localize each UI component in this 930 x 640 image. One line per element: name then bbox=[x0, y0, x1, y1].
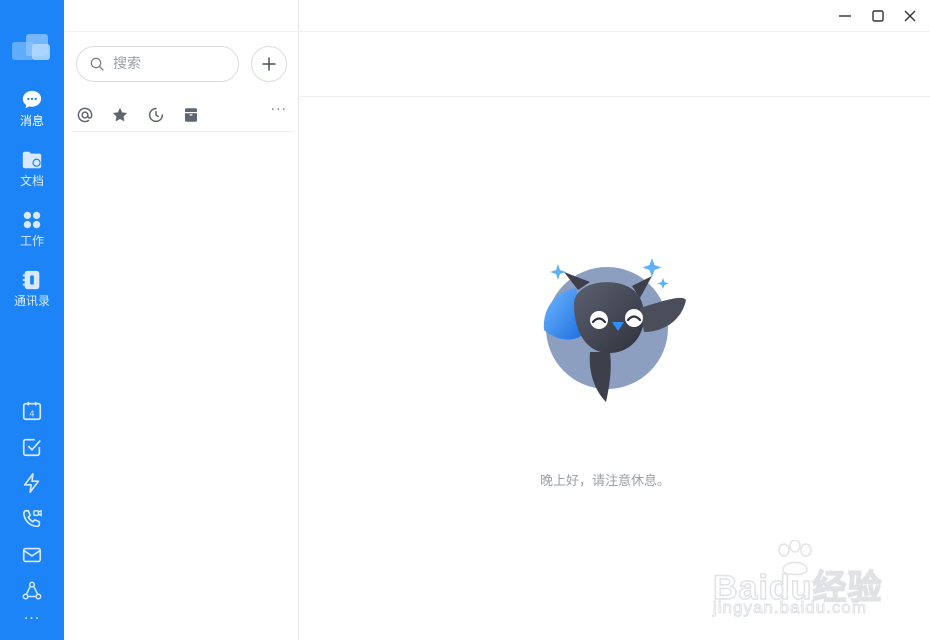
more-icon[interactable]: ··· bbox=[21, 611, 43, 627]
contacts-book-icon bbox=[22, 270, 40, 290]
grid-apps-icon bbox=[23, 211, 41, 229]
nav-label: 通讯录 bbox=[13, 294, 50, 308]
at-icon bbox=[77, 107, 93, 123]
filter-mentions[interactable] bbox=[76, 106, 94, 124]
filters-more-button[interactable]: ··· bbox=[271, 102, 287, 118]
maximize-icon bbox=[872, 10, 884, 22]
connections-button[interactable] bbox=[21, 580, 43, 602]
checkbox-icon bbox=[22, 438, 41, 457]
calendar-day: 4 bbox=[29, 409, 34, 419]
nav-item-messages[interactable]: 消息 bbox=[0, 89, 64, 139]
baidu-jingyan-watermark: Baidu经验 jingyan.baidu.com bbox=[705, 540, 905, 630]
star-icon bbox=[112, 107, 128, 122]
nav-item-work[interactable]: 工作 bbox=[0, 209, 64, 259]
meeting-call-button[interactable] bbox=[21, 508, 43, 530]
chat-bubble-icon bbox=[22, 90, 42, 109]
folder-doc-icon bbox=[22, 151, 42, 169]
header-divider bbox=[299, 96, 930, 97]
filter-starred[interactable] bbox=[111, 106, 129, 124]
minimize-icon bbox=[839, 15, 851, 17]
nav-label: 文档 bbox=[19, 174, 44, 188]
close-button[interactable] bbox=[898, 4, 922, 28]
search-box[interactable] bbox=[76, 46, 239, 82]
conversation-filters: ··· bbox=[72, 98, 293, 132]
lightning-icon bbox=[23, 473, 40, 493]
left-nav-rail: 消息 文档 工作 通讯录 4 ··· bbox=[0, 0, 64, 640]
close-icon bbox=[904, 10, 916, 22]
mail-icon bbox=[22, 547, 42, 563]
mail-button[interactable] bbox=[21, 544, 43, 566]
calendar-button[interactable]: 4 bbox=[21, 400, 43, 422]
network-icon bbox=[22, 581, 42, 600]
nav-item-docs[interactable]: 文档 bbox=[0, 149, 64, 199]
nav-label: 消息 bbox=[19, 114, 44, 128]
greeting-message: 晚上好，请注意休息。 bbox=[539, 474, 670, 489]
clock-icon bbox=[148, 107, 164, 123]
conversation-list-panel: ··· bbox=[64, 0, 299, 640]
tasks-button[interactable] bbox=[21, 436, 43, 458]
archive-icon bbox=[185, 108, 197, 122]
filter-archive[interactable] bbox=[182, 106, 200, 124]
nav-label: 工作 bbox=[19, 234, 44, 248]
search-input[interactable] bbox=[113, 56, 223, 72]
watermark-url-text: jingyan.baidu.com bbox=[712, 598, 868, 618]
search-icon bbox=[90, 57, 104, 71]
quick-action-button[interactable] bbox=[21, 472, 43, 494]
add-button[interactable] bbox=[251, 46, 287, 82]
owl-mascot-illustration bbox=[543, 258, 686, 402]
calendar-icon: 4 bbox=[22, 401, 42, 421]
filter-recent[interactable] bbox=[147, 106, 165, 124]
maximize-button[interactable] bbox=[866, 4, 890, 28]
video-call-icon bbox=[22, 509, 42, 528]
app-logo bbox=[12, 34, 52, 62]
nav-item-contacts[interactable]: 通讯录 bbox=[0, 269, 64, 319]
minimize-button[interactable] bbox=[833, 4, 857, 28]
window-titlebar bbox=[299, 0, 930, 32]
plus-icon bbox=[262, 57, 276, 71]
